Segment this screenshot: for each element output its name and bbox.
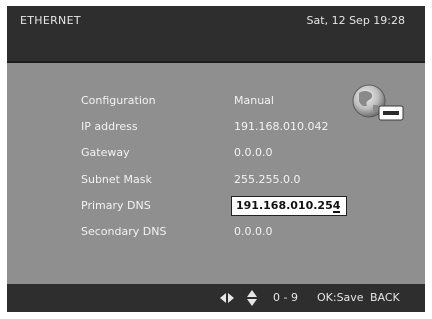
gateway-label: Gateway bbox=[81, 146, 130, 159]
setting-row-secondary-dns[interactable]: Secondary DNS 0.0.0.0 bbox=[7, 222, 425, 242]
ip-address-label: IP address bbox=[81, 120, 138, 133]
up-down-arrow-icon bbox=[247, 290, 257, 306]
configuration-label: Configuration bbox=[81, 94, 156, 107]
setting-row-primary-dns[interactable]: Primary DNS 191.168.010.254 bbox=[7, 196, 425, 216]
primary-dns-input[interactable]: 191.168.010.254 bbox=[231, 196, 348, 216]
configuration-value[interactable]: Manual bbox=[234, 94, 274, 107]
left-right-arrow-icon bbox=[220, 293, 234, 303]
ethernet-settings-screen: ETHERNET Sat, 12 Sep 19:28 Configuration… bbox=[7, 6, 425, 312]
header-bar: ETHERNET Sat, 12 Sep 19:28 bbox=[7, 6, 425, 63]
secondary-dns-value[interactable]: 0.0.0.0 bbox=[234, 225, 272, 238]
primary-dns-text: 191.168.010.25 bbox=[236, 199, 333, 212]
subnet-mask-value[interactable]: 255.255.0.0 bbox=[234, 173, 300, 186]
secondary-dns-label: Secondary DNS bbox=[81, 225, 167, 238]
digits-hint: 0 - 9 bbox=[273, 291, 298, 304]
setting-row-subnet-mask[interactable]: Subnet Mask 255.255.0.0 bbox=[7, 170, 425, 190]
gateway-value[interactable]: 0.0.0.0 bbox=[234, 146, 272, 159]
screen-title: ETHERNET bbox=[20, 14, 81, 27]
ip-address-value[interactable]: 191.168.010.042 bbox=[234, 120, 328, 133]
subnet-mask-label: Subnet Mask bbox=[81, 173, 152, 186]
network-globe-icon bbox=[352, 84, 404, 121]
primary-dns-label: Primary DNS bbox=[81, 199, 151, 212]
date-time: Sat, 12 Sep 19:28 bbox=[306, 14, 405, 27]
ok-save-hint[interactable]: OK:Save bbox=[317, 291, 364, 304]
footer-hint-bar: 0 - 9 OK:Save BACK bbox=[7, 284, 425, 312]
settings-panel: Configuration Manual IP address 191.168.… bbox=[7, 63, 425, 283]
setting-row-gateway[interactable]: Gateway 0.0.0.0 bbox=[7, 143, 425, 163]
back-hint[interactable]: BACK bbox=[370, 291, 400, 304]
edit-cursor: 4 bbox=[332, 199, 341, 213]
